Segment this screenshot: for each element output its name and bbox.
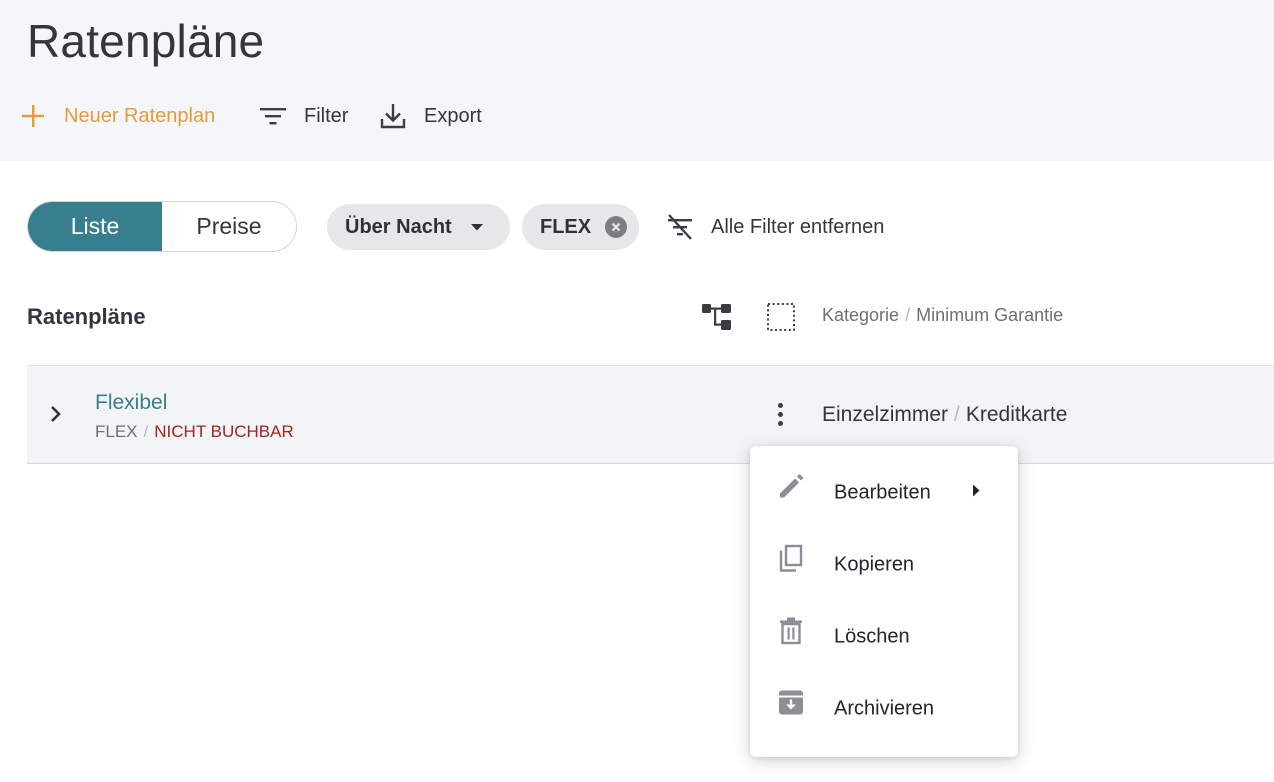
page-title: Ratenpläne — [27, 15, 265, 67]
list-title: Ratenpläne — [27, 304, 146, 329]
separator: / — [954, 403, 960, 426]
menu-item-archive[interactable]: Archivieren — [750, 673, 1018, 745]
submenu-arrow-icon — [971, 484, 981, 503]
rate-plan-name[interactable]: Flexibel — [95, 391, 167, 415]
filter-off-icon — [668, 214, 692, 240]
menu-item-delete[interactable]: Löschen — [750, 601, 1018, 673]
view-list-button[interactable]: Liste — [28, 202, 162, 251]
flex-filter-label: FLEX — [540, 215, 592, 238]
menu-item-delete-label: Löschen — [834, 625, 910, 648]
clear-filters-label: Alle Filter entfernen — [711, 215, 885, 238]
rate-plan-status: NICHT BUCHBAR — [154, 422, 294, 441]
caret-down-icon — [470, 224, 483, 231]
overnight-filter-chip[interactable]: Über Nacht — [327, 204, 510, 250]
rate-plan-category: Einzelzimmer — [822, 403, 949, 426]
page-header: Ratenpläne Neuer Ratenplan Filter Export — [0, 0, 1274, 161]
export-label: Export — [424, 104, 482, 127]
new-rate-plan-label: Neuer Ratenplan — [64, 104, 216, 127]
filter-label: Filter — [304, 104, 349, 127]
menu-item-archive-label: Archivieren — [834, 697, 935, 720]
copy-icon — [776, 544, 806, 579]
trash-icon — [776, 616, 806, 651]
more-options-icon[interactable] — [775, 401, 785, 431]
menu-item-copy-label: Kopieren — [834, 553, 915, 576]
plus-icon — [22, 105, 44, 127]
column-header: Kategorie / Minimum Garantie — [822, 305, 1063, 326]
hierarchy-icon[interactable] — [701, 302, 733, 337]
filter-lines-icon — [260, 108, 286, 125]
archive-icon — [776, 688, 806, 723]
clear-filters-button[interactable]: Alle Filter entfernen — [665, 210, 884, 244]
overnight-filter-label: Über Nacht — [345, 215, 452, 238]
column-header-guarantee: Minimum Garantie — [916, 305, 1064, 325]
select-all-icon[interactable] — [766, 302, 796, 337]
rate-plan-details: Einzelzimmer / Kreditkarte — [822, 403, 1067, 427]
view-toggle: Liste Preise — [27, 201, 297, 252]
rate-plan-meta: FLEX / NICHT BUCHBAR — [95, 422, 294, 442]
menu-item-edit[interactable]: Bearbeiten — [750, 457, 1018, 529]
chevron-right-icon[interactable] — [49, 404, 63, 429]
remove-filter-icon[interactable] — [605, 216, 628, 238]
menu-item-copy[interactable]: Kopieren — [750, 529, 1018, 601]
context-menu: Bearbeiten Kopieren Löschen Archivieren — [750, 446, 1018, 757]
separator: / — [143, 422, 149, 441]
table-row[interactable]: Flexibel FLEX / NICHT BUCHBAR Einzelzimmer… — [27, 365, 1274, 464]
rate-plan-code: FLEX — [95, 422, 138, 441]
column-header-category: Kategorie — [822, 305, 900, 325]
menu-item-edit-label: Bearbeiten — [834, 481, 931, 504]
separator: / — [905, 305, 911, 325]
pencil-icon — [776, 472, 806, 507]
rate-plan-guarantee: Kreditkarte — [965, 403, 1068, 426]
new-rate-plan-button[interactable]: Neuer Ratenplan — [20, 100, 215, 132]
flex-filter-chip[interactable]: FLEX — [522, 204, 639, 250]
download-icon — [380, 104, 406, 129]
view-prices-button[interactable]: Preise — [162, 202, 296, 251]
export-button[interactable]: Export — [378, 100, 482, 132]
filter-button[interactable]: Filter — [258, 100, 348, 132]
